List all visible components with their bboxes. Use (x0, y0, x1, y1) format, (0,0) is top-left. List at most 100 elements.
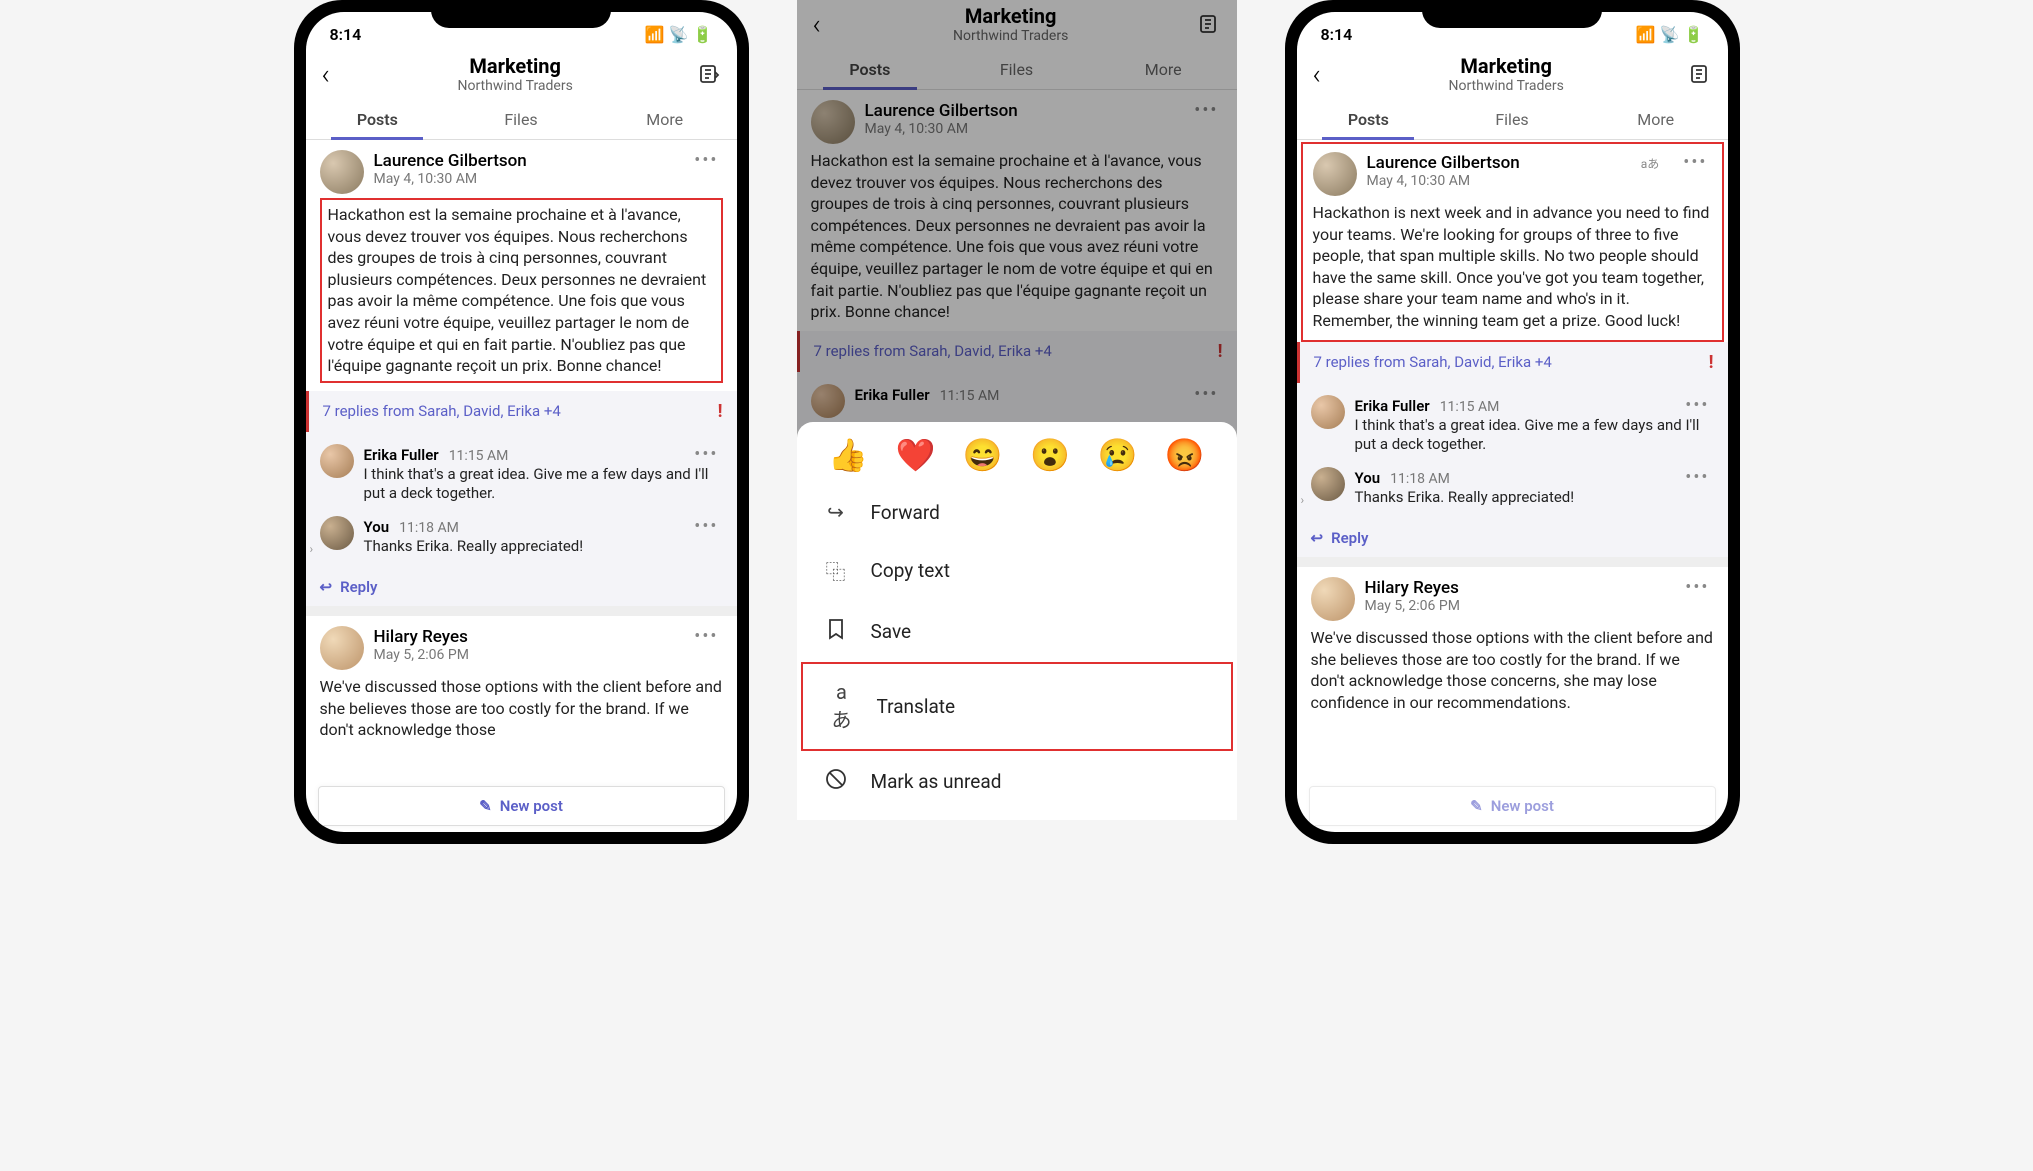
wifi-icon: 📡 (1660, 25, 1680, 44)
reply-arrow-icon: ↩ (320, 578, 333, 596)
action-label: Save (871, 620, 912, 643)
reply-item[interactable]: Erika Fuller 11:15 AM ••• I think that's… (1311, 389, 1714, 461)
wifi-icon: 📡 (669, 25, 689, 44)
translate-icon: aあ (829, 680, 855, 733)
tab-posts[interactable]: Posts (1297, 100, 1441, 139)
replies-summary-bar[interactable]: 7 replies from Sarah, David, Erika +4 ! (1297, 342, 1728, 383)
post-timestamp: May 4, 10:30 AM (1367, 173, 1712, 189)
reply-button[interactable]: ↩ Reply (306, 568, 737, 606)
reply-text: Thanks Erika. Really appreciated! (1355, 488, 1714, 508)
new-post-button[interactable]: ✎ New post (1309, 786, 1716, 826)
reaction-like[interactable]: 👍 (828, 436, 868, 474)
action-mark-unread[interactable]: Mark as unread (797, 751, 1237, 812)
feed: Laurence Gilbertson aあ ••• May 4, 10:30 … (1297, 142, 1728, 721)
reply-author: Erika Fuller (364, 446, 439, 464)
post-body: Hackathon is next week and in advance yo… (1313, 202, 1712, 332)
reply-author: You (364, 518, 390, 536)
phone-frame-1: 8:14 📶 📡 🔋 ‹ Marketing Northwind Traders… (294, 0, 749, 844)
reaction-surprised[interactable]: 😮 (1030, 436, 1070, 474)
reaction-angry[interactable]: 😡 (1165, 436, 1205, 474)
reply-item[interactable]: You 11:18 AM ••• Thanks Erika. Really ap… (1311, 461, 1714, 514)
action-copy-text[interactable]: ⿻ Copy text (797, 540, 1237, 601)
reply-more-icon[interactable]: ••• (690, 444, 722, 465)
post-more-icon[interactable]: ••• (1681, 577, 1713, 598)
tab-files[interactable]: Files (449, 100, 593, 139)
forward-icon: ↪ (823, 500, 849, 524)
post-hilary[interactable]: Hilary Reyes ••• May 5, 2:06 PM We've di… (306, 616, 737, 749)
post-author: Laurence Gilbertson (1367, 153, 1520, 173)
tabs: Posts Files More (1297, 100, 1728, 140)
header-title-block: Marketing Northwind Traders (1335, 54, 1678, 94)
avatar (1311, 467, 1345, 501)
avatar (1313, 152, 1357, 196)
tab-more[interactable]: More (593, 100, 737, 139)
unread-icon (823, 767, 849, 796)
reaction-heart[interactable]: ❤️ (896, 436, 936, 474)
avatar (1311, 577, 1355, 621)
reply-more-icon[interactable]: ••• (690, 516, 722, 537)
translated-indicator-icon: aあ (1641, 155, 1660, 172)
important-icon: ! (1709, 352, 1714, 373)
team-subtitle: Northwind Traders (344, 78, 687, 94)
new-post-button[interactable]: ✎ New post (318, 786, 725, 826)
notch (1422, 0, 1602, 28)
back-button[interactable]: ‹ (1307, 58, 1327, 91)
tab-posts[interactable]: Posts (306, 100, 450, 139)
avatar (320, 516, 354, 550)
reply-text: Thanks Erika. Really appreciated! (364, 537, 723, 557)
reply-more-icon[interactable]: ••• (1681, 395, 1713, 416)
post-hilary[interactable]: Hilary Reyes ••• May 5, 2:06 PM We've di… (1297, 567, 1728, 721)
channel-header: ‹ Marketing Northwind Traders (1297, 48, 1728, 100)
chevron-down-icon: › (1301, 493, 1305, 507)
signal-icon: 📶 (1636, 25, 1656, 44)
team-subtitle: Northwind Traders (1335, 78, 1678, 94)
tab-more[interactable]: More (1584, 100, 1728, 139)
reply-arrow-icon: ↩ (1311, 529, 1324, 547)
reply-more-icon[interactable]: ••• (1681, 467, 1713, 488)
post-more-icon[interactable]: ••• (690, 626, 722, 647)
important-icon: ! (718, 401, 723, 422)
post-more-icon[interactable]: ••• (690, 150, 722, 171)
reply-author: You (1355, 469, 1381, 487)
post-laurence[interactable]: Laurence Gilbertson ••• May 4, 10:30 AM … (306, 140, 737, 391)
post-more-icon[interactable]: ••• (1679, 152, 1711, 173)
reply-item[interactable]: You 11:18 AM ••• Thanks Erika. Really ap… (320, 510, 723, 563)
post-laurence-translated[interactable]: Laurence Gilbertson aあ ••• May 4, 10:30 … (1301, 142, 1724, 342)
channel-title: Marketing (344, 54, 687, 78)
status-time: 8:14 (330, 25, 362, 44)
reply-text: I think that's a great idea. Give me a f… (1355, 416, 1714, 455)
action-translate[interactable]: aあ Translate (801, 662, 1233, 751)
reply-item[interactable]: Erika Fuller 11:15 AM ••• I think that's… (320, 438, 723, 510)
divider (306, 606, 737, 616)
reply-timestamp: 11:18 AM (399, 520, 459, 536)
replies-summary-bar[interactable]: 7 replies from Sarah, David, Erika +4 ! (306, 391, 737, 432)
action-forward[interactable]: ↪ Forward (797, 484, 1237, 540)
reactions-row: 👍 ❤️ 😄 😮 😢 😡 (797, 422, 1237, 484)
channel-header: ‹ Marketing Northwind Traders (306, 48, 737, 100)
feed: Laurence Gilbertson ••• May 4, 10:30 AM … (306, 140, 737, 749)
copy-icon: ⿻ (823, 556, 849, 585)
post-author: Hilary Reyes (1365, 578, 1459, 598)
status-icons: 📶 📡 🔋 (645, 25, 713, 44)
reaction-laugh[interactable]: 😄 (963, 436, 1003, 474)
reply-button[interactable]: ↩ Reply (1297, 519, 1728, 557)
phone-frame-3: 8:14 📶 📡 🔋 ‹ Marketing Northwind Traders… (1285, 0, 1740, 844)
channel-options-icon[interactable] (695, 60, 723, 88)
reply-timestamp: 11:18 AM (1390, 471, 1450, 487)
status-icons: 📶 📡 🔋 (1636, 25, 1704, 44)
new-post-label: New post (1491, 797, 1554, 815)
action-save[interactable]: Save (797, 601, 1237, 662)
reply-author: Erika Fuller (1355, 397, 1430, 415)
reaction-sad[interactable]: 😢 (1098, 436, 1138, 474)
back-button[interactable]: ‹ (316, 58, 336, 91)
post-author: Hilary Reyes (374, 627, 468, 647)
reply-thread: Erika Fuller 11:15 AM ••• I think that's… (306, 432, 737, 569)
action-label: Translate (877, 695, 956, 718)
reply-label: Reply (1331, 529, 1368, 547)
chevron-down-icon: › (310, 542, 314, 556)
post-timestamp: May 5, 2:06 PM (374, 647, 723, 663)
tab-files[interactable]: Files (1440, 100, 1584, 139)
replies-summary-text: 7 replies from Sarah, David, Erika +4 (323, 402, 561, 420)
post-body-highlighted: Hackathon est la semaine prochaine et à … (320, 198, 723, 383)
channel-options-icon[interactable] (1686, 60, 1714, 88)
